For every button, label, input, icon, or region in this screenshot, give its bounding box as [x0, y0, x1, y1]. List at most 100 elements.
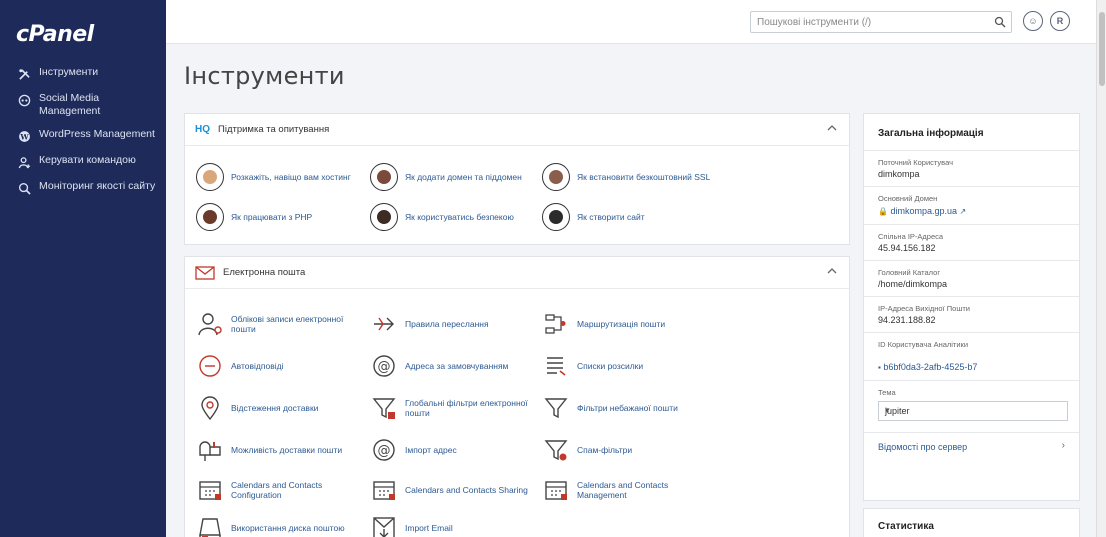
location-pin-icon — [195, 393, 225, 423]
tool-label: Calendars and Contacts Management — [577, 480, 669, 500]
tool-calendars-contacts-config[interactable]: Calendars and Contacts Configuration — [195, 475, 363, 505]
tool-label: Фільтри небажаної пошти — [577, 403, 678, 413]
tool-email-deliverability[interactable]: Можливість доставки пошти — [195, 435, 363, 465]
sidebar-item-team[interactable]: Керувати командою — [0, 154, 166, 170]
tool-email-accounts[interactable]: Облікові записи електронної пошти — [195, 309, 363, 339]
calendar-icon — [369, 475, 399, 505]
tool-spam-filters[interactable]: Спам-фільтри — [541, 435, 709, 465]
tool-label: Розкажіть, навіщо вам хостинг — [231, 172, 351, 182]
tool-label: Як створити сайт — [577, 212, 645, 222]
tool-calendars-contacts-management[interactable]: Calendars and Contacts Management — [541, 475, 709, 505]
tool-mailing-lists[interactable]: Списки розсилки — [541, 351, 709, 381]
support-panel: HQ Підтримка та опитування Розкажіть, на… — [184, 113, 850, 245]
tool-create-site[interactable]: Як створити сайт — [541, 202, 711, 232]
tool-email-routing[interactable]: Маршрутизація пошти — [541, 309, 709, 339]
site-quality-icon — [16, 180, 32, 196]
general-info-panel: Загальна інформація Поточний Користувач … — [863, 113, 1080, 501]
tool-import-email[interactable]: Import Email — [369, 513, 537, 537]
divider — [864, 332, 1079, 333]
tool-forwarders[interactable]: Правила переслання — [369, 309, 537, 339]
sidebar-item-site-quality[interactable]: Моніторинг якості сайту — [0, 180, 166, 196]
tools-icon — [16, 66, 32, 82]
tool-default-address[interactable]: @ Адреса за замовчуванням — [369, 351, 537, 381]
hosting-survey-icon — [195, 162, 225, 192]
email-routing-icon — [541, 309, 571, 339]
collapse-chevron-icon[interactable] — [827, 266, 837, 278]
social-media-icon — [16, 92, 32, 108]
logout-button[interactable]: R — [1050, 11, 1070, 31]
hq-badge-icon: HQ — [195, 124, 210, 135]
current-user-label: Поточний Користувач — [878, 158, 953, 167]
mailing-lists-icon — [541, 351, 571, 381]
add-domain-icon — [369, 162, 399, 192]
user-analytics-label: ID Користувача Аналітики — [878, 340, 969, 349]
page-scrollbar[interactable] — [1096, 0, 1106, 537]
tool-label: Використання диска поштою — [231, 523, 345, 533]
shared-ip-label: Спільна IP-Адреса — [878, 232, 944, 241]
tool-work-with-php[interactable]: Як працювати з PHP — [195, 202, 365, 232]
spam-filter-icon — [541, 435, 571, 465]
tool-global-email-filters[interactable]: Глобальні фільтри електронної пошти — [369, 393, 537, 423]
security-icon — [369, 202, 399, 232]
page-title: Інструменти — [184, 62, 345, 90]
panel-title: Підтримка та опитування — [218, 124, 330, 135]
collapse-chevron-icon[interactable] — [827, 123, 837, 135]
tool-label: Як працювати з PHP — [231, 212, 313, 222]
support-panel-header[interactable]: HQ Підтримка та опитування — [185, 114, 849, 146]
tool-email-disk-usage[interactable]: Використання диска поштою — [195, 513, 363, 537]
user-menu-button[interactable]: ☺ — [1023, 11, 1043, 31]
php-icon — [195, 202, 225, 232]
tool-spam-filters-user[interactable]: Фільтри небажаної пошти — [541, 393, 709, 423]
create-site-icon — [541, 202, 571, 232]
sidebar-item-label: Моніторинг якості сайту — [39, 180, 156, 192]
tool-label: Calendars and Contacts Configuration — [231, 480, 323, 500]
sidebar-item-social-media[interactable]: Social Media Management — [0, 92, 166, 118]
top-bar: ☺ R — [166, 0, 1106, 44]
tool-install-ssl[interactable]: Як встановити безкоштовний SSL — [541, 162, 711, 192]
email-panel-header[interactable]: Електронна пошта — [185, 257, 849, 289]
divider — [864, 380, 1079, 381]
divider — [864, 224, 1079, 225]
theme-select[interactable]: jupiter ▾ — [878, 401, 1068, 421]
primary-domain-link[interactable]: 🔒 dimkompa.gp.ua ↗ — [878, 206, 966, 216]
tool-autoresponders[interactable]: Автовідповіді — [195, 351, 363, 381]
sidebar-item-wordpress[interactable]: W WordPress Management — [0, 128, 166, 144]
search-input[interactable] — [751, 12, 979, 33]
tool-search — [750, 11, 1012, 33]
sidebar-item-tools[interactable]: Інструменти — [0, 66, 166, 82]
divider — [864, 260, 1079, 261]
scrollbar-thumb[interactable] — [1099, 12, 1105, 86]
tool-tell-about-hosting[interactable]: Розкажіть, навіщо вам хостинг — [195, 162, 365, 192]
team-icon — [16, 154, 32, 170]
tool-use-security[interactable]: Як користуватись безпекою — [369, 202, 539, 232]
cpanel-logo[interactable]: cPanel — [16, 22, 94, 47]
tool-calendars-contacts-sharing[interactable]: Calendars and Contacts Sharing — [369, 475, 537, 505]
tool-label: Calendars and Contacts Sharing — [405, 485, 528, 495]
tool-label: Правила переслання — [405, 319, 489, 329]
disk-usage-icon — [195, 513, 225, 537]
sidebar-nav: Інструменти Social Media Management W Wo… — [0, 66, 166, 206]
shared-ip-value: 45.94.156.182 — [878, 243, 936, 253]
chevron-right-icon[interactable]: › — [1062, 440, 1065, 451]
calendar-icon — [541, 475, 571, 505]
sidebar-item-label: Social Media Management — [39, 92, 101, 117]
mailbox-icon — [195, 435, 225, 465]
autoresponders-icon — [195, 351, 225, 381]
tool-add-domain[interactable]: Як додати домен та піддомен — [369, 162, 539, 192]
statistics-panel: Статистика — [863, 508, 1080, 537]
primary-domain-value: dimkompa.gp.ua — [890, 206, 958, 216]
info-title: Загальна інформація — [878, 128, 984, 139]
filter-icon — [541, 393, 571, 423]
user-analytics-value[interactable]: ▪ b6bf0da3-2afb-4525-b7 — [878, 362, 1058, 372]
tool-track-delivery[interactable]: Відстеження доставки — [195, 393, 363, 423]
svg-text:@: @ — [378, 360, 391, 375]
tool-import-addresses[interactable]: @ Імпорт адрес — [369, 435, 537, 465]
server-info-link[interactable]: Відомості про сервер — [878, 442, 967, 452]
outgoing-ip-label: IP-Адреса Вихідної Пошти — [878, 304, 970, 313]
statistics-title: Статистика — [878, 521, 934, 532]
svg-text:@: @ — [378, 444, 391, 459]
envelope-icon — [195, 265, 215, 280]
search-icon[interactable] — [994, 15, 1006, 33]
lock-icon: 🔒 — [878, 207, 888, 216]
sidebar-item-label: WordPress Management — [39, 128, 155, 140]
